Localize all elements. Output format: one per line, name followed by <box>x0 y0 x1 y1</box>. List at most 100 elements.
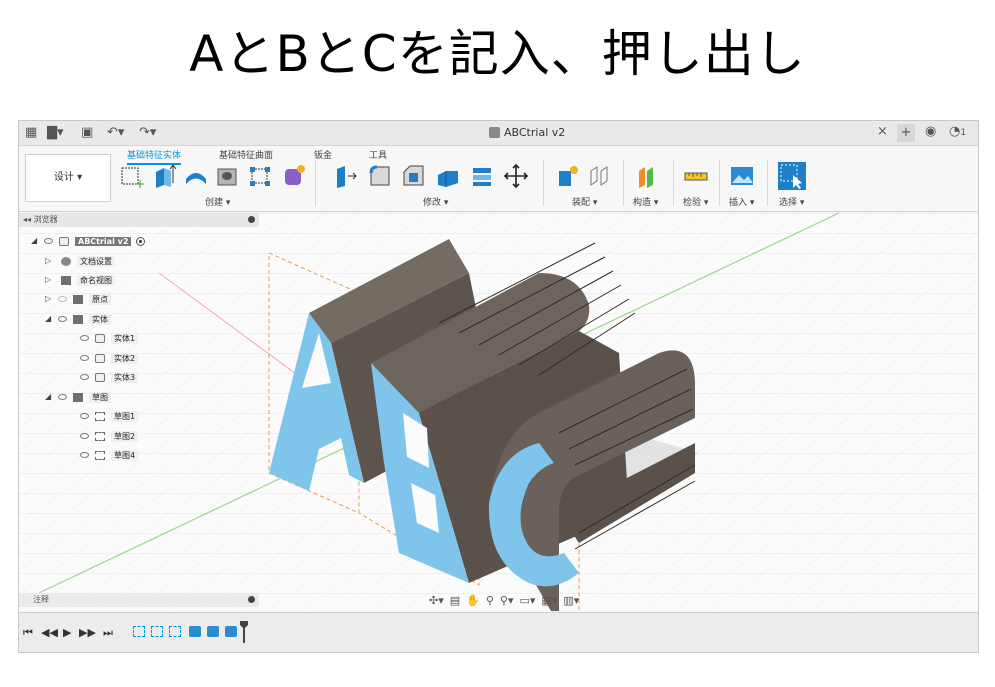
hidden-eye-icon[interactable] <box>58 296 67 302</box>
collapse-icon[interactable]: ◂◂ <box>23 215 34 224</box>
grid-settings-icon[interactable]: ▦▾ <box>541 594 557 607</box>
create-group-label[interactable]: 创建 ▾ <box>205 195 230 208</box>
create-sketch-icon[interactable]: + <box>119 163 145 189</box>
job-status-icon[interactable]: ◉ <box>925 124 936 139</box>
visibility-eye-icon[interactable] <box>80 452 89 458</box>
play-icon[interactable]: ▶ <box>63 626 71 639</box>
select-icon[interactable] <box>777 161 807 191</box>
rectangle-pattern-icon[interactable] <box>247 163 273 189</box>
go-to-end-icon[interactable]: ⏭ <box>103 626 113 640</box>
visibility-eye-icon[interactable] <box>80 374 89 380</box>
insert-group-label[interactable]: 插入 ▾ <box>729 195 754 208</box>
app-grid-icon[interactable]: ▦ <box>25 125 37 140</box>
revolve-icon[interactable] <box>183 163 209 189</box>
move-icon[interactable] <box>503 163 529 189</box>
expand-triangle-icon[interactable]: ▷ <box>45 257 53 265</box>
browser-item-sketch-2[interactable]: 草图2 <box>75 428 139 444</box>
close-tab-icon[interactable]: × <box>877 124 888 139</box>
shell-icon[interactable] <box>435 163 461 189</box>
new-tab-button[interactable]: + <box>897 124 915 142</box>
browser-item-sketches[interactable]: ◢ 草图 <box>45 389 111 405</box>
browser-item-body-3[interactable]: 实体3 <box>75 369 139 385</box>
browser-item-doc-settings[interactable]: ▷ 文档设置 <box>45 253 115 269</box>
assemble-group-label[interactable]: 装配 ▾ <box>572 195 597 208</box>
select-group-label[interactable]: 选择 ▾ <box>779 195 804 208</box>
visibility-eye-icon[interactable] <box>80 335 89 341</box>
visibility-eye-icon[interactable] <box>80 413 89 419</box>
press-pull-icon[interactable] <box>333 163 359 189</box>
timeline-extrude-2[interactable] <box>207 626 219 637</box>
create-form-icon[interactable] <box>281 163 307 189</box>
toolbar-ribbon: 设计 ▾ 基础特征实体 基础特征曲面 钣金 工具 + 创建 ▾ 修改 ▾ 装配 … <box>19 146 978 212</box>
modify-group-label[interactable]: 修改 ▾ <box>423 195 448 208</box>
browser-root[interactable]: ◢ ABCtrial v2 <box>31 233 146 249</box>
expand-triangle-icon[interactable]: ▷ <box>45 276 53 284</box>
collapse-triangle-icon[interactable]: ◢ <box>31 237 39 245</box>
collapse-triangle-icon[interactable]: ◢ <box>45 315 53 323</box>
browser-item-named-views[interactable]: ▷ 命名视图 <box>45 272 115 288</box>
orbit-icon[interactable]: ✣▾ <box>429 594 444 607</box>
expand-triangle-icon[interactable]: ▷ <box>45 295 53 303</box>
step-back-icon[interactable]: ◀◀ <box>41 626 58 639</box>
save-icon[interactable]: ▣ <box>81 125 93 140</box>
inspect-group-label[interactable]: 检验 ▾ <box>683 195 708 208</box>
divider <box>315 160 316 206</box>
offset-plane-icon[interactable] <box>635 163 661 189</box>
new-component-icon[interactable] <box>555 163 581 189</box>
chamfer-icon[interactable] <box>401 163 427 189</box>
combine-icon[interactable] <box>469 163 495 189</box>
timeline-extrude-1[interactable] <box>189 626 201 637</box>
timeline-marker[interactable] <box>240 621 248 643</box>
hole-icon[interactable] <box>215 163 241 189</box>
add-comment-icon[interactable] <box>248 596 255 603</box>
browser-item-sketch-1[interactable]: 草图1 <box>75 408 139 424</box>
slide-title: AとBとCを記入、押し出し <box>189 25 806 83</box>
timeline: ⏮ ◀◀ ▶ ▶▶ ⏭ <box>19 612 978 652</box>
measure-icon[interactable] <box>683 163 709 189</box>
component-icon <box>59 236 69 246</box>
visibility-eye-icon[interactable] <box>58 316 67 322</box>
workspace-dropdown[interactable]: 设计 ▾ <box>25 154 111 202</box>
comments-panel[interactable]: 注释 <box>19 593 259 607</box>
viewports-icon[interactable]: ▥▾ <box>563 594 579 607</box>
sketch-icon <box>95 431 105 441</box>
construct-group-label[interactable]: 构造 ▾ <box>633 195 658 208</box>
file-menu-icon[interactable]: ▇▾ <box>47 125 64 140</box>
fit-icon[interactable]: ⚲▾ <box>500 594 514 607</box>
active-component-radio[interactable] <box>136 236 146 246</box>
undo-icon[interactable]: ↶▾ <box>107 125 124 140</box>
tab-sheet-metal[interactable]: 钣金 <box>314 148 332 161</box>
display-settings-icon[interactable]: ▭▾ <box>520 594 536 607</box>
visibility-eye-icon[interactable] <box>44 238 53 244</box>
tab-tools[interactable]: 工具 <box>369 148 387 161</box>
joint-icon[interactable] <box>587 163 613 189</box>
browser-item-origin[interactable]: ▷ 原点 <box>45 291 111 307</box>
look-at-icon[interactable]: ▤ <box>450 594 460 607</box>
timeline-sketch-2[interactable] <box>151 626 163 637</box>
redo-icon[interactable]: ↷▾ <box>139 125 156 140</box>
browser-item-body-2[interactable]: 实体2 <box>75 350 139 366</box>
step-forward-icon[interactable]: ▶▶ <box>79 626 96 639</box>
insert-image-icon[interactable] <box>729 163 755 189</box>
divider <box>543 160 544 206</box>
visibility-eye-icon[interactable] <box>80 433 89 439</box>
pan-icon[interactable]: ✋ <box>466 594 480 607</box>
timeline-extrude-3[interactable] <box>225 626 237 637</box>
tab-surface[interactable]: 基础特征曲面 <box>219 148 273 161</box>
timeline-sketch-4[interactable] <box>169 626 181 637</box>
fillet-icon[interactable] <box>367 163 393 189</box>
browser-item-body-1[interactable]: 实体1 <box>75 330 139 346</box>
browser-item-sketch-4[interactable]: 草图4 <box>75 447 139 463</box>
notifications-icon[interactable]: ◔1 <box>949 124 966 139</box>
browser-options-icon[interactable] <box>248 216 255 223</box>
visibility-eye-icon[interactable] <box>58 394 67 400</box>
zoom-icon[interactable]: ⚲ <box>486 594 494 607</box>
go-to-start-icon[interactable]: ⏮ <box>23 626 33 640</box>
timeline-sketch-1[interactable] <box>133 626 145 637</box>
extrude-icon[interactable] <box>151 163 177 189</box>
body-icon <box>95 353 105 363</box>
visibility-eye-icon[interactable] <box>80 355 89 361</box>
collapse-triangle-icon[interactable]: ◢ <box>45 393 53 401</box>
browser-item-bodies[interactable]: ◢ 实体 <box>45 311 111 327</box>
document-title: ABCtrial v2 <box>489 126 565 139</box>
